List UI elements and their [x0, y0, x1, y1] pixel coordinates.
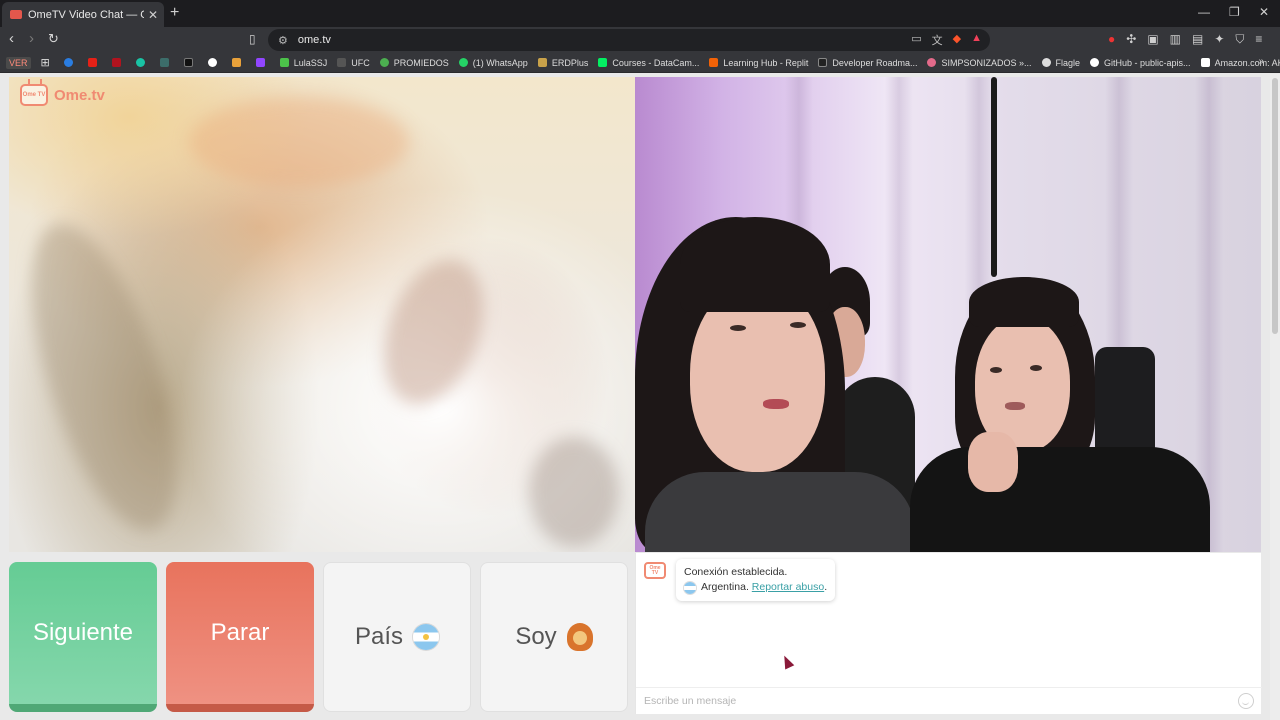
extension-icons: ● ✣ ▣ ▥ ▤ ✦ ⛉ ≡: [1108, 32, 1262, 47]
ver-badge[interactable]: VER: [6, 56, 31, 69]
menu-icon[interactable]: ≡: [1255, 32, 1262, 47]
ometv-logo[interactable]: Ome TV Ome.tv: [20, 84, 105, 106]
bookmarks-bar: VER ⊞ LulaSSJ UFC PROMIEDOS (1) WhatsApp…: [0, 53, 1280, 73]
bookmark-icon-5[interactable]: [159, 58, 174, 67]
message-input-bar: [636, 687, 1262, 714]
bookmark-icon-7[interactable]: [207, 58, 222, 67]
leo-ai-icon[interactable]: ✦: [1214, 32, 1224, 47]
stop-button[interactable]: Parar: [166, 562, 314, 712]
tab-close-icon[interactable]: ✕: [148, 8, 158, 22]
twitch-icon[interactable]: [255, 58, 270, 67]
translate-icon[interactable]: 文: [932, 32, 943, 48]
apps-icon[interactable]: ⊞: [41, 56, 50, 69]
bookmark-item-6[interactable]: Learning Hub - Replit: [709, 58, 808, 68]
screenshot-icon[interactable]: ▣: [1147, 32, 1158, 47]
bookmark-item-5[interactable]: Courses - DataCam...: [598, 58, 699, 68]
remote-video: [635, 77, 1261, 552]
bookmark-item-8[interactable]: SIMPSONIZADOS »...: [927, 58, 1032, 68]
wallet-icon[interactable]: ▤: [1192, 32, 1203, 47]
new-tab-button[interactable]: +: [170, 4, 179, 22]
x-icon[interactable]: [183, 58, 198, 67]
brave-shield-icon[interactable]: ◆: [953, 32, 961, 48]
browser-tab-bar: OmeTV Video Chat — Omeg ✕ + — ❐ ✕: [0, 0, 1280, 27]
system-message: Conexión establecida. Argentina. Reporta…: [676, 559, 836, 601]
bookmark-item-1[interactable]: UFC: [337, 58, 370, 68]
bookmark-item-10[interactable]: GitHub - public-apis...: [1090, 58, 1191, 68]
reload-icon[interactable]: ↻: [48, 31, 59, 47]
tab-title: OmeTV Video Chat — Omeg: [28, 8, 144, 21]
brave-rewards-icon[interactable]: ▲: [971, 32, 982, 48]
bookmark-item-9[interactable]: Flagle: [1041, 58, 1080, 68]
back-icon[interactable]: ‹: [9, 30, 14, 47]
bookmark-icon-4[interactable]: [135, 58, 150, 67]
sidebar-icon[interactable]: ▥: [1170, 32, 1181, 47]
gender-button[interactable]: Soy: [480, 562, 628, 712]
local-video: [9, 77, 635, 552]
country-button[interactable]: País: [323, 562, 471, 712]
woman-emoji-icon: [566, 623, 593, 651]
next-button-label: Siguiente: [32, 619, 134, 646]
hand: [968, 432, 1018, 492]
chat-ometv-icon: Ome TV: [644, 562, 666, 579]
country-button-label: País: [354, 623, 404, 650]
bookmark-item-0[interactable]: LulaSSJ: [279, 58, 327, 68]
bookmark-icon-2[interactable]: [87, 58, 102, 67]
gender-button-label: Soy: [515, 623, 557, 650]
ometv-brand-text: Ome.tv: [54, 86, 105, 104]
bookmark-item-2[interactable]: PROMIEDOS: [379, 58, 449, 68]
site-settings-icon[interactable]: ⚙: [278, 34, 288, 47]
bookmark-item-7[interactable]: Developer Roadma...: [818, 58, 917, 68]
bookmark-item-11[interactable]: Amazon.com: AKRa...: [1200, 58, 1280, 68]
argentina-flag-icon: [684, 581, 696, 594]
cast-icon[interactable]: ▭: [911, 32, 921, 48]
more-bookmarks-icon[interactable]: »: [1258, 56, 1264, 67]
address-bar[interactable]: ⚙ ome.tv ▭ 文 ◆ ▲: [268, 29, 990, 51]
browser-tab[interactable]: OmeTV Video Chat — Omeg ✕: [2, 2, 164, 27]
message-input[interactable]: [644, 695, 1204, 707]
bookmark-icon-1[interactable]: [63, 58, 78, 67]
bookmark-icon-3[interactable]: [111, 58, 126, 67]
partner-country: Argentina.: [701, 581, 749, 593]
report-suffix: .: [824, 581, 828, 593]
restore-window-icon[interactable]: ❐: [1229, 5, 1240, 19]
close-window-icon[interactable]: ✕: [1259, 5, 1269, 19]
argentina-flag-icon: [413, 624, 440, 650]
bookmark-item-3[interactable]: (1) WhatsApp: [458, 58, 528, 68]
bookmark-icon[interactable]: ▯: [249, 32, 256, 46]
report-abuse-link[interactable]: Reportar abuso: [752, 580, 824, 595]
bookmark-icon-8[interactable]: [231, 58, 246, 67]
bookmark-item-4[interactable]: ERDPlus: [537, 58, 588, 68]
minimize-window-icon[interactable]: —: [1198, 5, 1210, 19]
chat-panel: Ome TV Conexión establecida. Argentina. …: [635, 553, 1262, 714]
extension-icon[interactable]: ●: [1108, 32, 1115, 47]
connection-status: Conexión establecida.: [684, 566, 788, 578]
address-toolbar: ‹ › ↻ ▯ ⚙ ome.tv ▭ 文 ◆ ▲ ● ✣ ▣ ▥ ▤ ✦ ⛉ ≡: [0, 27, 1280, 53]
cable: [991, 77, 997, 277]
next-button[interactable]: Siguiente: [9, 562, 157, 712]
puzzle-icon[interactable]: ✣: [1126, 32, 1136, 47]
ometv-tv-icon: Ome TV: [20, 84, 48, 106]
forward-icon[interactable]: ›: [29, 30, 34, 47]
vpn-icon[interactable]: ⛉: [1235, 32, 1244, 47]
emoji-icon[interactable]: [1238, 693, 1254, 709]
omegle-favicon-icon: [10, 10, 22, 19]
page-scrollbar[interactable]: [1270, 74, 1280, 720]
url-text: ome.tv: [297, 34, 331, 46]
scrollbar-thumb[interactable]: [1272, 78, 1278, 334]
stop-button-label: Parar: [210, 619, 270, 646]
